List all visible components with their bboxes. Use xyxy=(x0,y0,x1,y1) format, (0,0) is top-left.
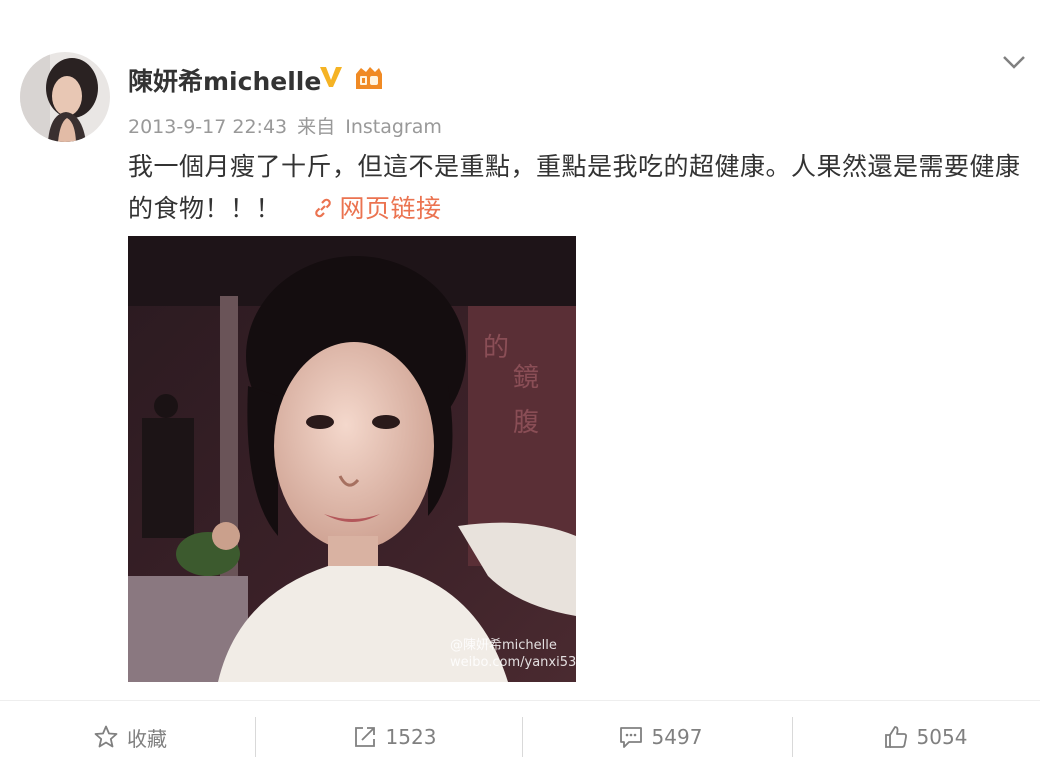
post-text: 我一個月瘦了十斤，但這不是重點，重點是我吃的超健康。人果然還是需要健康 的食物！… xyxy=(128,146,1028,230)
favorite-label: 收藏 xyxy=(127,726,167,751)
member-badge-icon[interactable] xyxy=(353,64,385,92)
source-link[interactable]: Instagram xyxy=(345,116,442,138)
post-text-line-1: 我一個月瘦了十斤，但這不是重點，重點是我吃的超健康。人果然還是需要健康 xyxy=(128,152,1021,181)
thumbs-up-icon xyxy=(884,726,907,748)
share-icon xyxy=(354,727,375,747)
comment-button[interactable]: 5497 xyxy=(530,715,790,759)
post-meta: 2013-9-17 22:43 来自 Instagram xyxy=(128,112,442,139)
chevron-down-icon[interactable] xyxy=(998,48,1030,76)
photo-watermark: @陳妍希michelle weibo.com/yanxi531 xyxy=(450,637,576,671)
web-link-label: 网页链接 xyxy=(339,194,442,223)
favorite-button[interactable]: 收藏 xyxy=(0,715,260,759)
link-icon xyxy=(315,198,332,218)
watermark-line-2: weibo.com/yanxi531 xyxy=(450,655,576,670)
post-text-line-2: 的食物！！！ 网页链接 xyxy=(128,188,1028,230)
username[interactable]: 陳妍希michelle xyxy=(128,62,321,98)
comment-count: 5497 xyxy=(651,725,703,749)
web-link[interactable]: 网页链接 xyxy=(311,188,441,230)
post-text-line-2-content: 的食物！！！ xyxy=(128,194,282,223)
divider xyxy=(792,717,793,757)
repost-count: 1523 xyxy=(385,725,437,749)
svg-text:鏡: 鏡 xyxy=(513,363,539,393)
action-bar: 收藏 1523 5497 5054 xyxy=(0,700,1040,781)
timestamp[interactable]: 2013-9-17 22:43 xyxy=(128,116,287,138)
repost-button[interactable]: 1523 xyxy=(264,715,524,759)
verified-v-icon xyxy=(318,64,344,90)
like-button[interactable]: 5054 xyxy=(795,715,1040,759)
star-icon xyxy=(94,725,118,748)
post-photo[interactable]: 的 鏡 腹 @陳妍希michelle weibo.com/yanxi531 xyxy=(128,236,576,682)
svg-text:腹: 腹 xyxy=(513,408,539,438)
watermark-line-1: @陳妍希michelle xyxy=(450,638,557,653)
like-count: 5054 xyxy=(916,725,968,749)
comment-icon xyxy=(619,727,642,748)
svg-text:的: 的 xyxy=(483,333,509,363)
divider xyxy=(255,717,256,757)
source-prefix: 来自 xyxy=(297,116,336,138)
divider xyxy=(522,717,523,757)
avatar[interactable] xyxy=(20,52,110,142)
